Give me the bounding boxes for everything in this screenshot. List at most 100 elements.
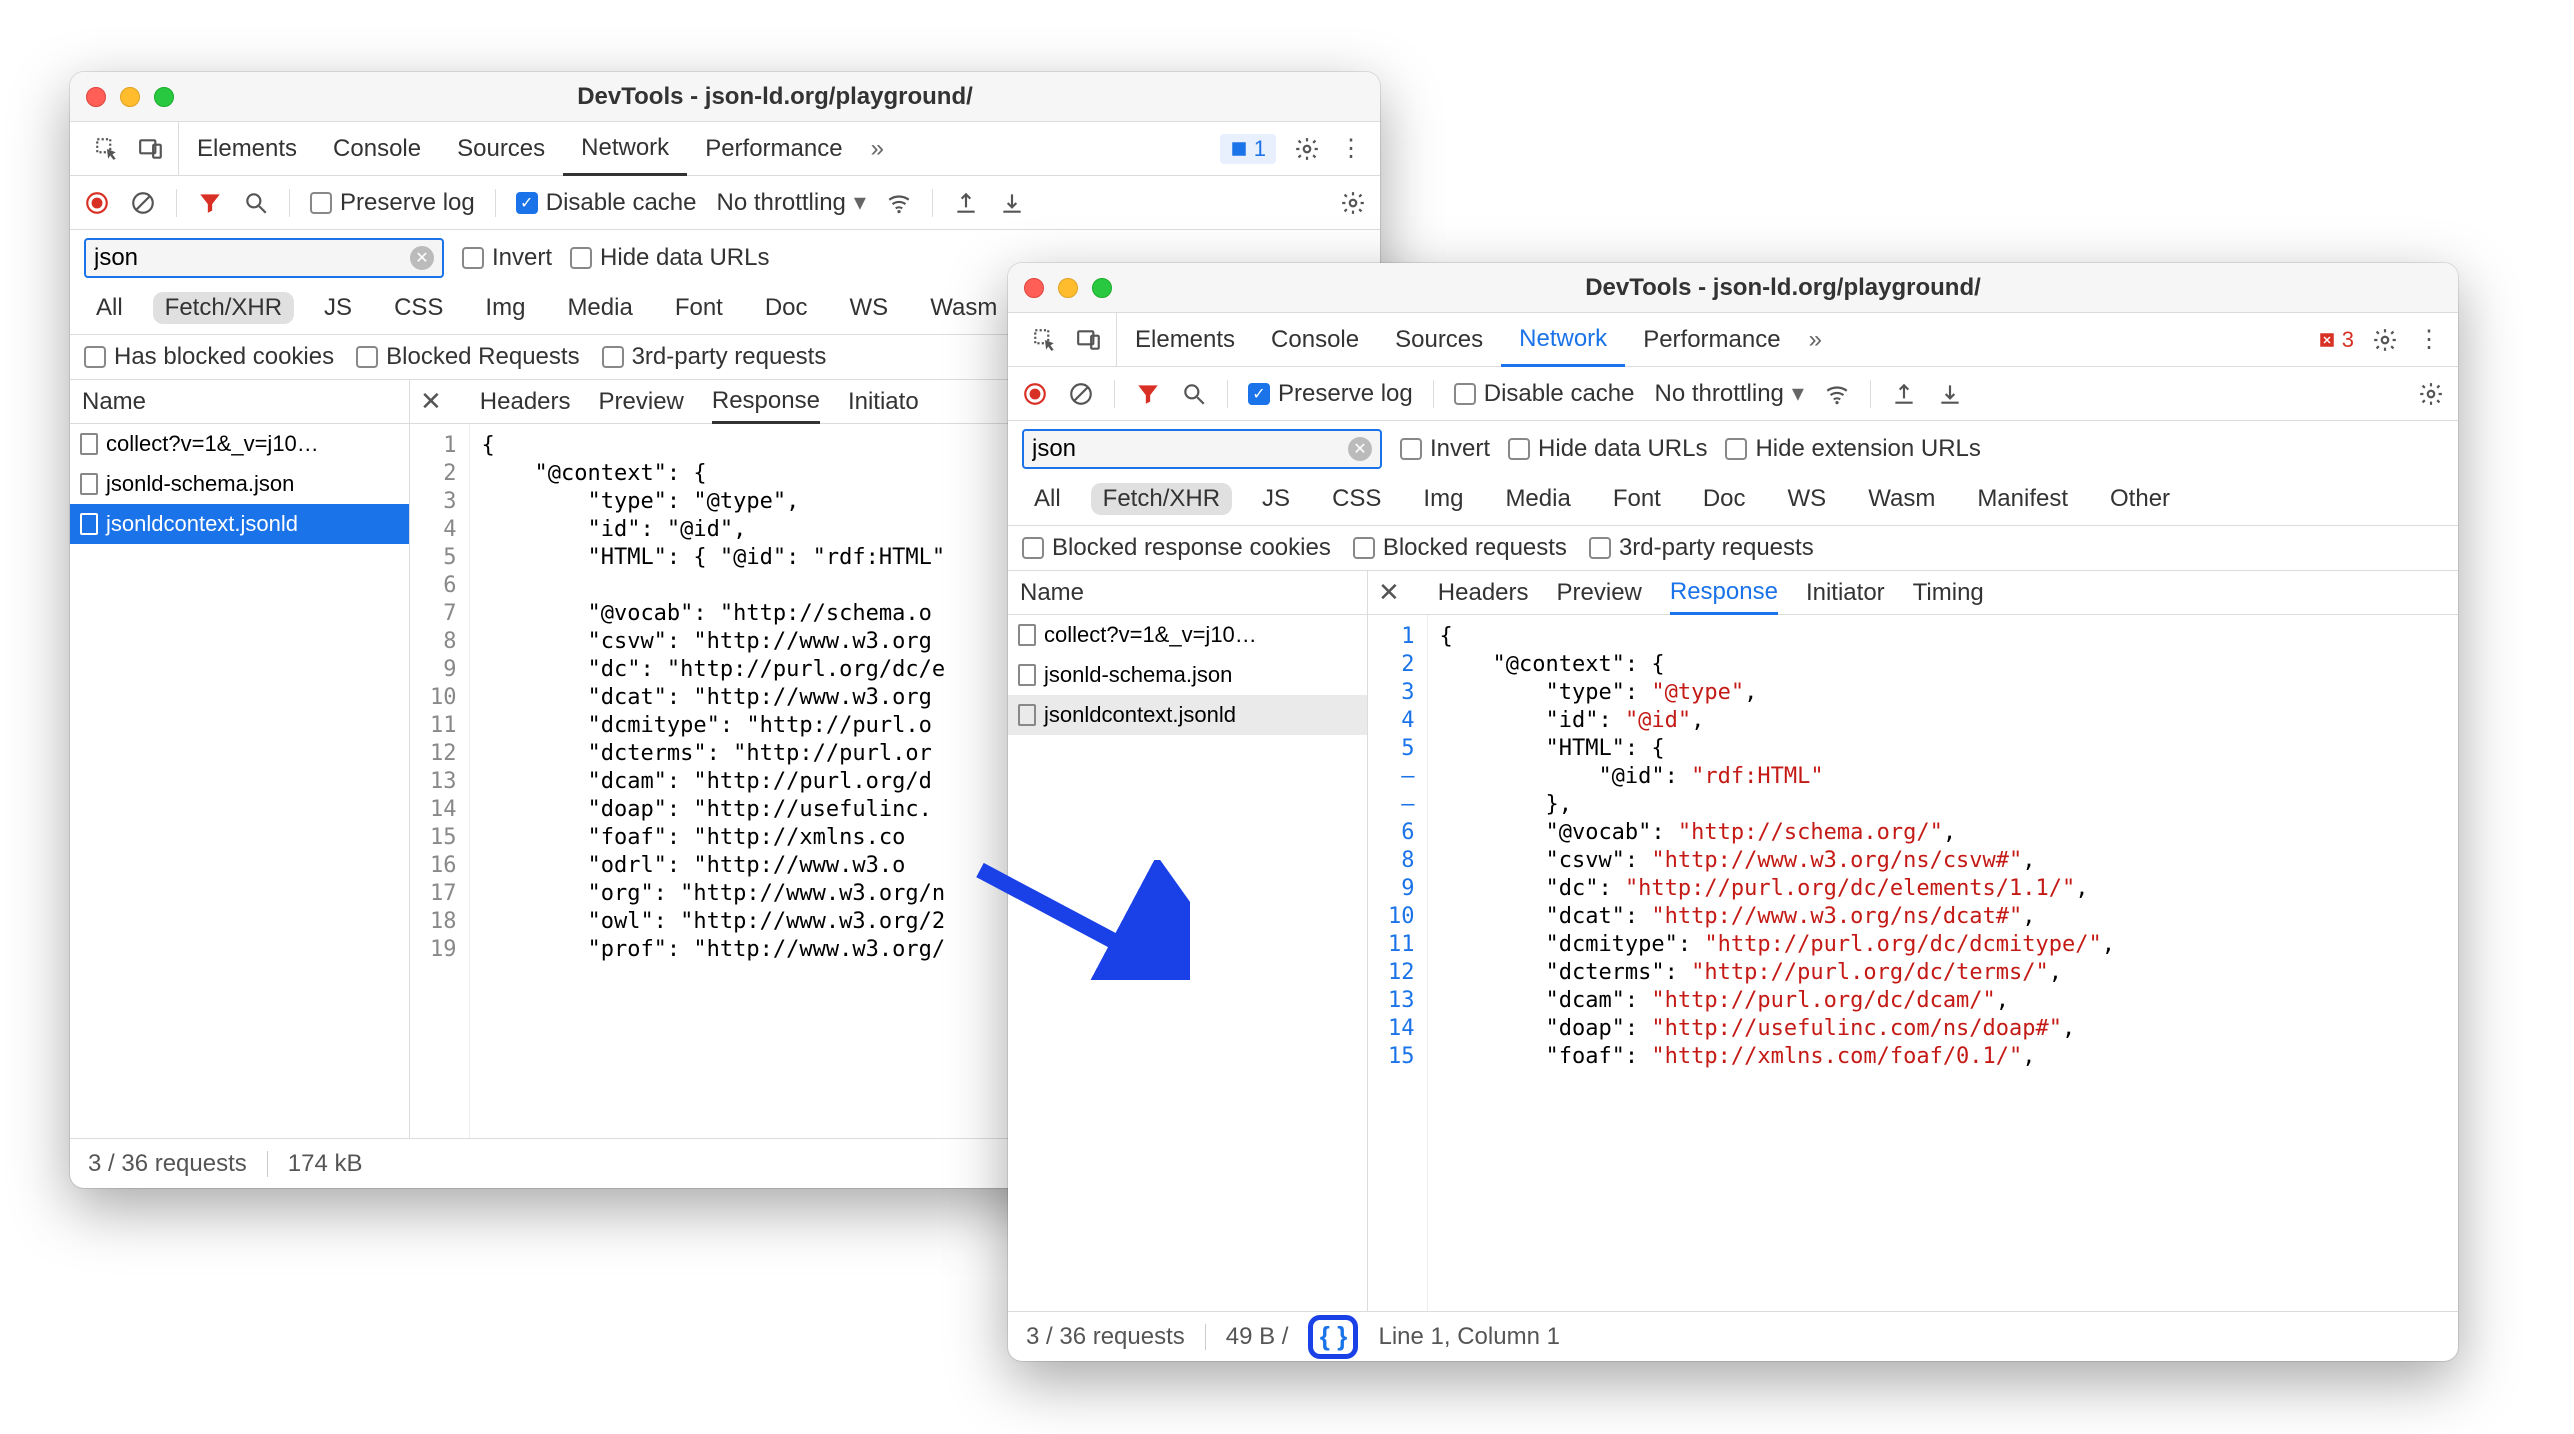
- type-fetch-xhr[interactable]: Fetch/XHR: [153, 292, 294, 324]
- device-icon[interactable]: [138, 136, 164, 162]
- tab-network[interactable]: Network: [563, 123, 687, 176]
- more-menu-icon[interactable]: ⋮: [1338, 136, 1364, 162]
- detail-tab-headers[interactable]: Headers: [480, 380, 571, 423]
- minimize-window-icon[interactable]: [1058, 278, 1078, 298]
- zoom-window-icon[interactable]: [154, 87, 174, 107]
- clear-button-icon[interactable]: [1068, 381, 1094, 407]
- preserve-log-checkbox[interactable]: Preserve log: [310, 189, 475, 217]
- tab-sources[interactable]: Sources: [439, 122, 563, 175]
- upload-har-icon[interactable]: [1891, 381, 1917, 407]
- name-column-header[interactable]: Name: [1008, 571, 1367, 615]
- disable-cache-checkbox[interactable]: ✓Disable cache: [516, 189, 697, 217]
- invert-checkbox[interactable]: Invert: [1400, 435, 1490, 463]
- type-media[interactable]: Media: [555, 292, 644, 324]
- type-wasm[interactable]: Wasm: [1856, 483, 1947, 515]
- detail-tab-headers[interactable]: Headers: [1438, 571, 1529, 614]
- type-font[interactable]: Font: [1601, 483, 1673, 515]
- hide-ext-urls-checkbox[interactable]: Hide extension URLs: [1725, 435, 1980, 463]
- wifi-icon[interactable]: [886, 190, 912, 216]
- request-row[interactable]: jsonld-schema.json: [70, 464, 409, 504]
- tab-performance[interactable]: Performance: [687, 122, 860, 175]
- request-row-selected[interactable]: jsonldcontext.jsonld: [70, 504, 409, 544]
- settings-gear-icon[interactable]: [2372, 327, 2398, 353]
- inspect-icon[interactable]: [1032, 327, 1058, 353]
- filter-funnel-icon[interactable]: [197, 190, 223, 216]
- type-img[interactable]: Img: [473, 292, 537, 324]
- more-tabs-chevron-icon[interactable]: »: [861, 135, 894, 163]
- type-all[interactable]: All: [1022, 483, 1073, 515]
- clear-button-icon[interactable]: [130, 190, 156, 216]
- close-detail-icon[interactable]: ✕: [420, 386, 452, 417]
- type-css[interactable]: CSS: [382, 292, 455, 324]
- record-button-icon[interactable]: [84, 190, 110, 216]
- panel-settings-gear-icon[interactable]: [2418, 381, 2444, 407]
- tab-performance[interactable]: Performance: [1625, 313, 1798, 366]
- type-media[interactable]: Media: [1493, 483, 1582, 515]
- tab-console[interactable]: Console: [315, 122, 439, 175]
- more-tabs-chevron-icon[interactable]: »: [1799, 326, 1832, 354]
- blocked-cookies-checkbox[interactable]: Has blocked cookies: [84, 343, 334, 371]
- clear-filter-icon[interactable]: ✕: [410, 246, 434, 270]
- minimize-window-icon[interactable]: [120, 87, 140, 107]
- name-column-header[interactable]: Name: [70, 380, 409, 424]
- hide-data-urls-checkbox[interactable]: Hide data URLs: [570, 244, 769, 272]
- request-row-hover[interactable]: jsonldcontext.jsonld: [1008, 695, 1367, 735]
- zoom-window-icon[interactable]: [1092, 278, 1112, 298]
- request-row[interactable]: collect?v=1&_v=j10…: [1008, 615, 1367, 655]
- panel-settings-gear-icon[interactable]: [1340, 190, 1366, 216]
- filter-input[interactable]: ✕: [1022, 429, 1382, 469]
- type-ws[interactable]: WS: [838, 292, 901, 324]
- wifi-icon[interactable]: [1824, 381, 1850, 407]
- filter-text-field[interactable]: [1032, 435, 1348, 463]
- clear-filter-icon[interactable]: ✕: [1348, 437, 1372, 461]
- record-button-icon[interactable]: [1022, 381, 1048, 407]
- type-font[interactable]: Font: [663, 292, 735, 324]
- tab-console[interactable]: Console: [1253, 313, 1377, 366]
- type-other[interactable]: Other: [2098, 483, 2182, 515]
- filter-text-field[interactable]: [94, 244, 410, 272]
- detail-tab-response[interactable]: Response: [712, 381, 820, 424]
- download-har-icon[interactable]: [999, 190, 1025, 216]
- close-window-icon[interactable]: [1024, 278, 1044, 298]
- type-js[interactable]: JS: [1250, 483, 1302, 515]
- issues-badge[interactable]: 1: [1220, 134, 1276, 164]
- tab-elements[interactable]: Elements: [1117, 313, 1253, 366]
- inspect-icon[interactable]: [94, 136, 120, 162]
- type-wasm[interactable]: Wasm: [918, 292, 1009, 324]
- error-badge[interactable]: 3: [2318, 327, 2354, 353]
- type-css[interactable]: CSS: [1320, 483, 1393, 515]
- settings-gear-icon[interactable]: [1294, 136, 1320, 162]
- detail-tab-timing[interactable]: Timing: [1913, 571, 1984, 614]
- detail-tab-preview[interactable]: Preview: [1557, 571, 1642, 614]
- type-img[interactable]: Img: [1411, 483, 1475, 515]
- search-icon[interactable]: [1181, 381, 1207, 407]
- search-icon[interactable]: [243, 190, 269, 216]
- blocked-cookies-checkbox[interactable]: Blocked response cookies: [1022, 534, 1331, 562]
- device-icon[interactable]: [1076, 327, 1102, 353]
- type-doc[interactable]: Doc: [1691, 483, 1758, 515]
- tab-network[interactable]: Network: [1501, 314, 1625, 367]
- request-row[interactable]: jsonld-schema.json: [1008, 655, 1367, 695]
- throttling-select[interactable]: No throttling▾: [1654, 379, 1803, 408]
- pretty-print-button[interactable]: { }: [1308, 1315, 1358, 1359]
- throttling-select[interactable]: No throttling▾: [716, 188, 865, 217]
- type-doc[interactable]: Doc: [753, 292, 820, 324]
- type-manifest[interactable]: Manifest: [1965, 483, 2080, 515]
- type-js[interactable]: JS: [312, 292, 364, 324]
- code-viewer[interactable]: 12345––689101112131415 { "@context": { "…: [1368, 615, 2458, 1311]
- upload-har-icon[interactable]: [953, 190, 979, 216]
- third-party-checkbox[interactable]: 3rd-party requests: [1589, 534, 1814, 562]
- close-detail-icon[interactable]: ✕: [1378, 577, 1410, 608]
- detail-tab-initiator[interactable]: Initiato: [848, 380, 919, 423]
- detail-tab-response[interactable]: Response: [1670, 572, 1778, 615]
- third-party-checkbox[interactable]: 3rd-party requests: [602, 343, 827, 371]
- type-ws[interactable]: WS: [1776, 483, 1839, 515]
- filter-funnel-icon[interactable]: [1135, 381, 1161, 407]
- blocked-requests-checkbox[interactable]: Blocked Requests: [356, 343, 579, 371]
- download-har-icon[interactable]: [1937, 381, 1963, 407]
- invert-checkbox[interactable]: Invert: [462, 244, 552, 272]
- tab-sources[interactable]: Sources: [1377, 313, 1501, 366]
- type-fetch-xhr[interactable]: Fetch/XHR: [1091, 483, 1232, 515]
- blocked-requests-checkbox[interactable]: Blocked requests: [1353, 534, 1567, 562]
- tab-elements[interactable]: Elements: [179, 122, 315, 175]
